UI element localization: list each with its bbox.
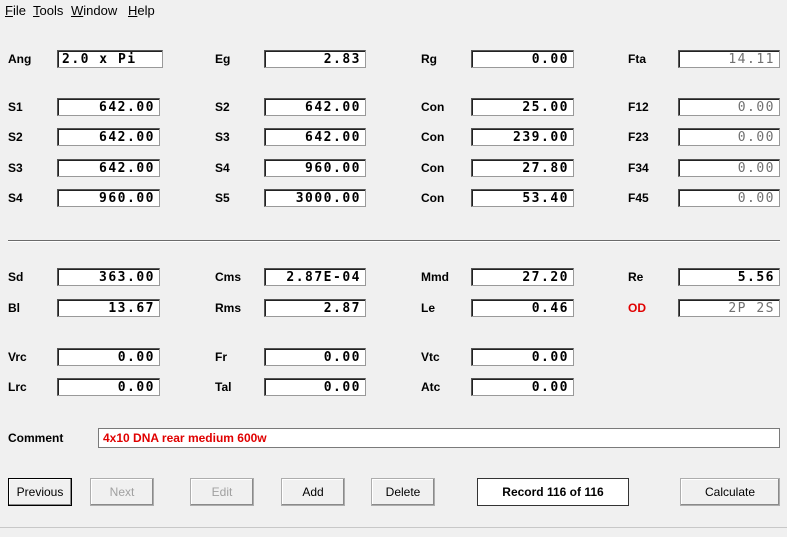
stage-1-f-field: 0.00 — [678, 98, 780, 116]
stage-2-con-label: Con — [421, 130, 445, 144]
menu-window[interactable]: Window — [71, 3, 117, 18]
stage-4-con-field[interactable]: 53.40 — [471, 189, 574, 207]
stage-1-b-label: S2 — [215, 100, 230, 114]
le-label: Le — [421, 301, 436, 315]
stage-4-b-label: S5 — [215, 191, 230, 205]
atc-label: Atc — [421, 380, 441, 394]
tal-field[interactable]: 0.00 — [264, 378, 366, 396]
section-divider — [8, 240, 780, 242]
stage-1-f-label: F12 — [628, 100, 649, 114]
calculate-button[interactable]: Calculate — [680, 478, 780, 506]
eg-field[interactable]: 2.83 — [264, 50, 366, 68]
fta-field: 14.11 — [678, 50, 780, 68]
vrc-field[interactable]: 0.00 — [57, 348, 160, 366]
stage-3-f-field: 0.00 — [678, 159, 780, 177]
next-button[interactable]: Next — [90, 478, 154, 506]
comment-field[interactable]: 4x10 DNA rear medium 600w — [98, 428, 780, 448]
stage-2-f-field: 0.00 — [678, 128, 780, 146]
stage-1-con-label: Con — [421, 100, 445, 114]
stage-2-a-field[interactable]: 642.00 — [57, 128, 160, 146]
mmd-label: Mmd — [421, 270, 449, 284]
bl-field[interactable]: 13.67 — [57, 299, 160, 317]
bl-label: Bl — [8, 301, 20, 315]
menu-window-label: indow — [83, 3, 118, 18]
vtc-field[interactable]: 0.00 — [471, 348, 574, 366]
lrc-label: Lrc — [8, 380, 27, 394]
delete-button[interactable]: Delete — [371, 478, 435, 506]
menu-file[interactable]: File — [5, 3, 26, 18]
sd-field[interactable]: 363.00 — [57, 268, 160, 286]
fr-label: Fr — [215, 350, 227, 364]
rg-field[interactable]: 0.00 — [471, 50, 574, 68]
le-field[interactable]: 0.46 — [471, 299, 574, 317]
stage-4-a-field[interactable]: 960.00 — [57, 189, 160, 207]
menu-help-label: elp — [137, 3, 155, 18]
rg-label: Rg — [421, 52, 437, 66]
menu-help[interactable]: Help — [128, 3, 155, 18]
add-button[interactable]: Add — [281, 478, 345, 506]
stage-2-b-field[interactable]: 642.00 — [264, 128, 366, 146]
stage-4-f-field: 0.00 — [678, 189, 780, 207]
ang-field[interactable]: 2.0 x Pi — [57, 50, 163, 68]
od-field: 2P 2S — [678, 299, 780, 317]
previous-button[interactable]: Previous — [8, 478, 72, 506]
fr-field[interactable]: 0.00 — [264, 348, 366, 366]
stage-4-b-field[interactable]: 3000.00 — [264, 189, 366, 207]
stage-2-b-label: S3 — [215, 130, 230, 144]
menu-tools-label: ools — [39, 3, 64, 18]
menu-file-mnemonic: F — [5, 3, 13, 18]
stage-2-f-label: F23 — [628, 130, 649, 144]
ang-label: Ang — [8, 52, 32, 66]
comment-label: Comment — [8, 431, 64, 445]
vtc-label: Vtc — [421, 350, 440, 364]
stage-2-con-field[interactable]: 239.00 — [471, 128, 574, 146]
stage-2-a-label: S2 — [8, 130, 23, 144]
stage-3-b-label: S4 — [215, 161, 230, 175]
rms-label: Rms — [215, 301, 242, 315]
stage-1-con-field[interactable]: 25.00 — [471, 98, 574, 116]
edit-button[interactable]: Edit — [190, 478, 254, 506]
mmd-field[interactable]: 27.20 — [471, 268, 574, 286]
cms-field[interactable]: 2.87E-04 — [264, 268, 366, 286]
record-indicator: Record 116 of 116 — [477, 478, 629, 506]
stage-4-a-label: S4 — [8, 191, 23, 205]
menu-file-label: ile — [12, 3, 26, 18]
fta-label: Fta — [628, 52, 646, 66]
od-label: OD — [628, 301, 646, 315]
rms-field[interactable]: 2.87 — [264, 299, 366, 317]
cms-label: Cms — [215, 270, 242, 284]
re-field[interactable]: 5.56 — [678, 268, 780, 286]
stage-1-a-field[interactable]: 642.00 — [57, 98, 160, 116]
stage-1-a-label: S1 — [8, 100, 23, 114]
atc-field[interactable]: 0.00 — [471, 378, 574, 396]
sd-label: Sd — [8, 270, 24, 284]
stage-1-b-field[interactable]: 642.00 — [264, 98, 366, 116]
menu-tools[interactable]: Tools — [33, 3, 63, 18]
re-label: Re — [628, 270, 644, 284]
menu-help-mnemonic: H — [128, 3, 138, 18]
menu-bar: File Tools Window Help — [0, 0, 787, 20]
tal-label: Tal — [215, 380, 232, 394]
status-divider — [0, 527, 787, 528]
stage-3-b-field[interactable]: 960.00 — [264, 159, 366, 177]
vrc-label: Vrc — [8, 350, 27, 364]
eg-label: Eg — [215, 52, 231, 66]
stage-3-f-label: F34 — [628, 161, 649, 175]
stage-4-f-label: F45 — [628, 191, 649, 205]
stage-3-a-field[interactable]: 642.00 — [57, 159, 160, 177]
stage-4-con-label: Con — [421, 191, 445, 205]
stage-3-a-label: S3 — [8, 161, 23, 175]
menu-window-mnemonic: W — [71, 3, 84, 18]
stage-3-con-label: Con — [421, 161, 445, 175]
lrc-field[interactable]: 0.00 — [57, 378, 160, 396]
stage-3-con-field[interactable]: 27.80 — [471, 159, 574, 177]
